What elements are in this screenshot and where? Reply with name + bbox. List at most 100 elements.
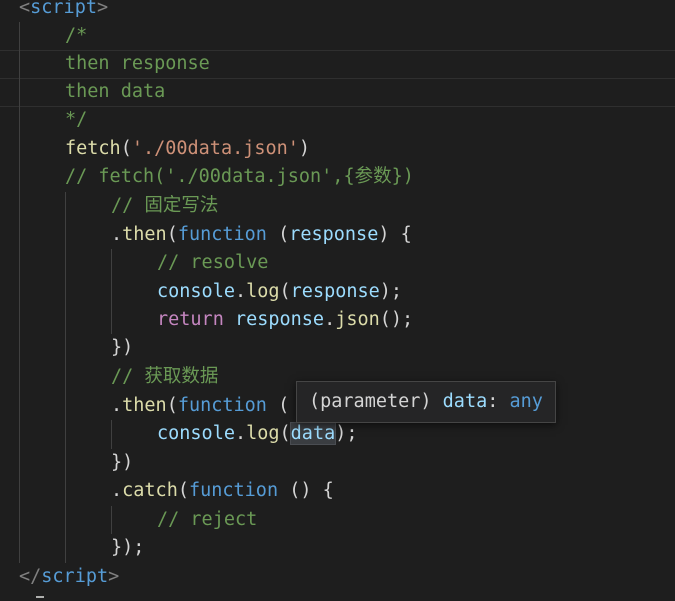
code-line-content: .then(function (response) { bbox=[111, 221, 412, 250]
code-line-content: }) bbox=[111, 449, 133, 478]
code-line-content: console.log(data); bbox=[157, 420, 358, 449]
code-token: function bbox=[177, 224, 267, 245]
code-line-content: .then(function ( bbox=[111, 392, 289, 421]
code-token: './00data.json' bbox=[131, 138, 299, 159]
code-line-content: console.log(response); bbox=[157, 278, 402, 307]
code-token: // 获取数据 bbox=[111, 366, 219, 387]
indent-guide bbox=[19, 22, 20, 563]
code-token: ( bbox=[120, 138, 132, 159]
code-line-9[interactable]: .then(function (response) { bbox=[0, 221, 675, 250]
code-line-4[interactable]: then data bbox=[0, 78, 675, 107]
code-line-content: }); bbox=[111, 534, 144, 563]
code-line-8[interactable]: // 固定写法 bbox=[0, 192, 675, 221]
code-line-content: </script> bbox=[19, 563, 119, 592]
code-token: ( bbox=[166, 224, 178, 245]
code-token: . bbox=[111, 395, 123, 416]
code-line-11[interactable]: console.log(response); bbox=[0, 278, 675, 307]
code-token: log bbox=[246, 423, 280, 444]
code-token: . bbox=[234, 281, 247, 302]
code-line-12[interactable]: return response.json(); bbox=[0, 306, 675, 335]
code-line-content: // resolve bbox=[157, 249, 268, 278]
code-line-content: // fetch('./00data.json',{参数}) bbox=[65, 163, 414, 192]
code-token: json bbox=[335, 309, 380, 330]
code-line-content: /* bbox=[65, 22, 87, 51]
code-token: < bbox=[19, 0, 31, 18]
indent-guide bbox=[111, 249, 112, 334]
code-token: console bbox=[157, 281, 235, 302]
code-editor[interactable]: <script> /* then response then data */ f… bbox=[0, 0, 675, 601]
code-token: fetch bbox=[65, 138, 121, 159]
tooltip-token bbox=[432, 391, 443, 412]
code-line-content: */ bbox=[65, 106, 87, 135]
code-line-content: // 获取数据 bbox=[111, 363, 218, 392]
code-token: */ bbox=[65, 109, 88, 130]
code-token: then data bbox=[65, 81, 166, 102]
code-line-7[interactable]: // fetch('./00data.json',{参数}) bbox=[0, 163, 675, 192]
indent-guide bbox=[65, 192, 66, 563]
code-token: ( bbox=[266, 224, 290, 245]
code-line-2[interactable]: /* bbox=[0, 22, 675, 51]
code-token: }); bbox=[111, 537, 145, 558]
code-line-5[interactable]: */ bbox=[0, 106, 675, 135]
code-line-17[interactable]: }) bbox=[0, 449, 675, 478]
code-token: ) bbox=[298, 138, 311, 159]
code-token: () { bbox=[278, 480, 334, 501]
code-token: ); bbox=[335, 423, 358, 444]
tooltip-token: data bbox=[442, 391, 488, 412]
hover-tooltip: (parameter) data: any bbox=[296, 381, 556, 423]
code-token: > bbox=[108, 566, 120, 587]
indent-guide bbox=[111, 506, 112, 534]
code-token: </ bbox=[19, 566, 42, 587]
code-token: return bbox=[157, 309, 224, 330]
code-token: . bbox=[111, 224, 123, 245]
code-token: /* bbox=[65, 25, 88, 46]
code-line-3[interactable]: then response bbox=[0, 50, 675, 79]
code-line-19[interactable]: // reject bbox=[0, 506, 675, 535]
code-token: function bbox=[188, 480, 279, 501]
code-token: . bbox=[111, 480, 123, 501]
code-token: // resolve bbox=[157, 252, 269, 273]
code-line-content: then response bbox=[65, 50, 210, 79]
code-token: // fetch('./00data.json',{参数}) bbox=[65, 166, 414, 187]
code-token: then bbox=[122, 395, 167, 416]
code-token: catch bbox=[122, 480, 178, 501]
code-line-18[interactable]: .catch(function () { bbox=[0, 477, 675, 506]
code-token: response bbox=[234, 309, 325, 330]
code-token: console bbox=[157, 423, 235, 444]
code-token: then bbox=[122, 224, 167, 245]
code-token: ( bbox=[279, 281, 291, 302]
code-line-10[interactable]: // resolve bbox=[0, 249, 675, 278]
code-line-20[interactable]: }); bbox=[0, 534, 675, 563]
tooltip-token: (parameter) bbox=[309, 391, 432, 412]
code-token: (); bbox=[379, 309, 414, 330]
code-token: function bbox=[177, 395, 267, 416]
code-line-content: // 固定写法 bbox=[111, 192, 218, 221]
code-token: }) bbox=[111, 452, 134, 473]
code-token: ( bbox=[266, 395, 290, 416]
code-token: . bbox=[324, 309, 336, 330]
code-token: // reject bbox=[157, 509, 258, 530]
code-line-1[interactable]: <script> bbox=[0, 0, 675, 23]
tooltip-token: : bbox=[487, 391, 510, 412]
code-token: . bbox=[234, 423, 247, 444]
code-line-13[interactable]: }) bbox=[0, 334, 675, 363]
code-token: > bbox=[96, 0, 109, 18]
code-token: then response bbox=[65, 53, 210, 74]
code-token: ( bbox=[177, 480, 189, 501]
code-token: }) bbox=[111, 337, 134, 358]
highlighted-identifier: data bbox=[289, 422, 337, 445]
code-line-content: then data bbox=[65, 78, 165, 107]
code-line-content: .catch(function () { bbox=[111, 477, 334, 506]
tooltip-token: any bbox=[509, 391, 543, 412]
code-token: response bbox=[289, 224, 379, 245]
text-cursor bbox=[36, 596, 44, 598]
code-token: ) { bbox=[378, 224, 412, 245]
code-token: response bbox=[290, 281, 380, 302]
code-line-content: fetch('./00data.json') bbox=[65, 135, 310, 164]
code-line-6[interactable]: fetch('./00data.json') bbox=[0, 135, 675, 164]
code-line-16[interactable]: console.log(data); bbox=[0, 420, 675, 449]
code-line-content: return response.json(); bbox=[157, 306, 413, 335]
code-line-content: // reject bbox=[157, 506, 257, 535]
code-line-21[interactable]: </script> bbox=[0, 563, 675, 592]
